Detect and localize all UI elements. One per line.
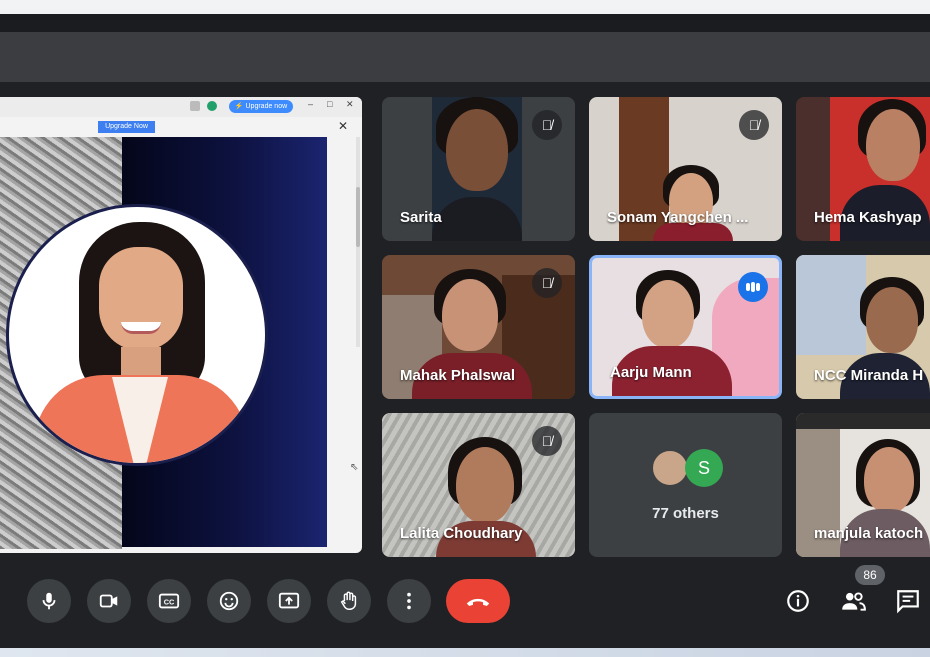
presenter-portrait — [6, 204, 268, 466]
more-vert-icon — [407, 592, 411, 610]
muted-mic-icon: 🎙̸ — [532, 110, 562, 140]
participant-name: Mahak Phalswal — [400, 367, 516, 384]
info-icon — [787, 590, 809, 612]
hand-icon — [340, 591, 357, 610]
camera-button[interactable] — [87, 579, 131, 623]
participant-tile[interactable]: NCC Miranda H — [796, 255, 930, 399]
camera-icon — [99, 594, 118, 608]
upgrade-now-pill[interactable]: ⚡ Upgrade now — [229, 100, 293, 113]
participant-video — [432, 97, 522, 241]
others-count-label: 77 others — [652, 505, 719, 522]
captions-icon: CC — [158, 593, 180, 609]
browser-top-strip — [0, 0, 930, 14]
participant-tile-active-speaker[interactable]: Aarju Mann — [589, 255, 782, 399]
participant-name: Sarita — [400, 209, 442, 226]
muted-mic-icon: 🎙̸ — [739, 110, 769, 140]
os-taskbar-strip — [0, 648, 930, 657]
maximize-icon[interactable]: □ — [327, 99, 332, 109]
people-button[interactable] — [840, 588, 866, 614]
panel-close-icon[interactable]: ✕ — [338, 119, 348, 133]
participant-tile[interactable]: 🎙̸ Sarita — [382, 97, 575, 241]
avatar-letter: S — [685, 449, 723, 487]
participant-tile[interactable]: 🎙̸ Sonam Yangchen ... — [589, 97, 782, 241]
participant-tile[interactable]: Hema Kashyap — [796, 97, 930, 241]
chat-icon — [897, 590, 919, 614]
mouse-cursor-icon: ⇖ — [350, 462, 359, 473]
others-tile[interactable]: S 77 others — [589, 413, 782, 557]
window-app-icon — [190, 101, 200, 111]
minimize-icon[interactable]: – — [308, 99, 313, 109]
participant-tile[interactable]: 🎙̸ Mahak Phalswal — [382, 255, 575, 399]
participant-name: Sonam Yangchen ... — [607, 209, 749, 226]
participant-avatar — [651, 449, 689, 487]
meeting-details-button[interactable] — [785, 588, 811, 614]
participant-name: Hema Kashyap — [814, 209, 922, 226]
raise-hand-button[interactable] — [327, 579, 371, 623]
leave-call-button[interactable] — [446, 579, 510, 623]
emoji-icon — [219, 591, 239, 611]
speaking-indicator-icon — [738, 272, 768, 302]
status-dot-icon — [207, 101, 217, 111]
microphone-icon — [42, 592, 56, 610]
svg-text:CC: CC — [164, 598, 175, 607]
portrait-face — [99, 247, 183, 351]
chat-button[interactable] — [895, 588, 921, 614]
participant-tile[interactable]: manjula katoch — [796, 413, 930, 557]
muted-mic-icon: 🎙̸ — [532, 268, 562, 298]
present-icon — [278, 592, 300, 609]
participant-name: Lalita Choudhary — [400, 525, 523, 542]
participant-tile[interactable]: 🎙̸ Lalita Choudhary — [382, 413, 575, 557]
participant-name: Aarju Mann — [610, 364, 692, 381]
emoji-reaction-button[interactable] — [207, 579, 251, 623]
people-count-badge: 86 — [855, 565, 885, 585]
people-icon — [842, 592, 866, 611]
muted-mic-icon: 🎙̸ — [532, 426, 562, 456]
captions-button[interactable]: CC — [147, 579, 191, 623]
browser-dark-bar — [0, 14, 930, 32]
meet-header-bar — [0, 32, 930, 82]
upgrade-now-button[interactable]: Upgrade Now — [98, 121, 155, 133]
more-options-button[interactable] — [387, 579, 431, 623]
participant-name: manjula katoch — [814, 525, 924, 542]
portrait-smile — [121, 322, 161, 334]
microphone-button[interactable] — [27, 579, 71, 623]
shared-screen[interactable]: ⚡ Upgrade now – □ ✕ Upgrade Now ✕ ⇖ — [0, 97, 362, 553]
participant-name: NCC Miranda H — [814, 367, 924, 384]
window-close-icon[interactable]: ✕ — [346, 99, 354, 110]
scrollbar-thumb[interactable] — [356, 187, 360, 247]
present-now-button[interactable] — [267, 579, 311, 623]
hangup-icon — [466, 598, 490, 606]
